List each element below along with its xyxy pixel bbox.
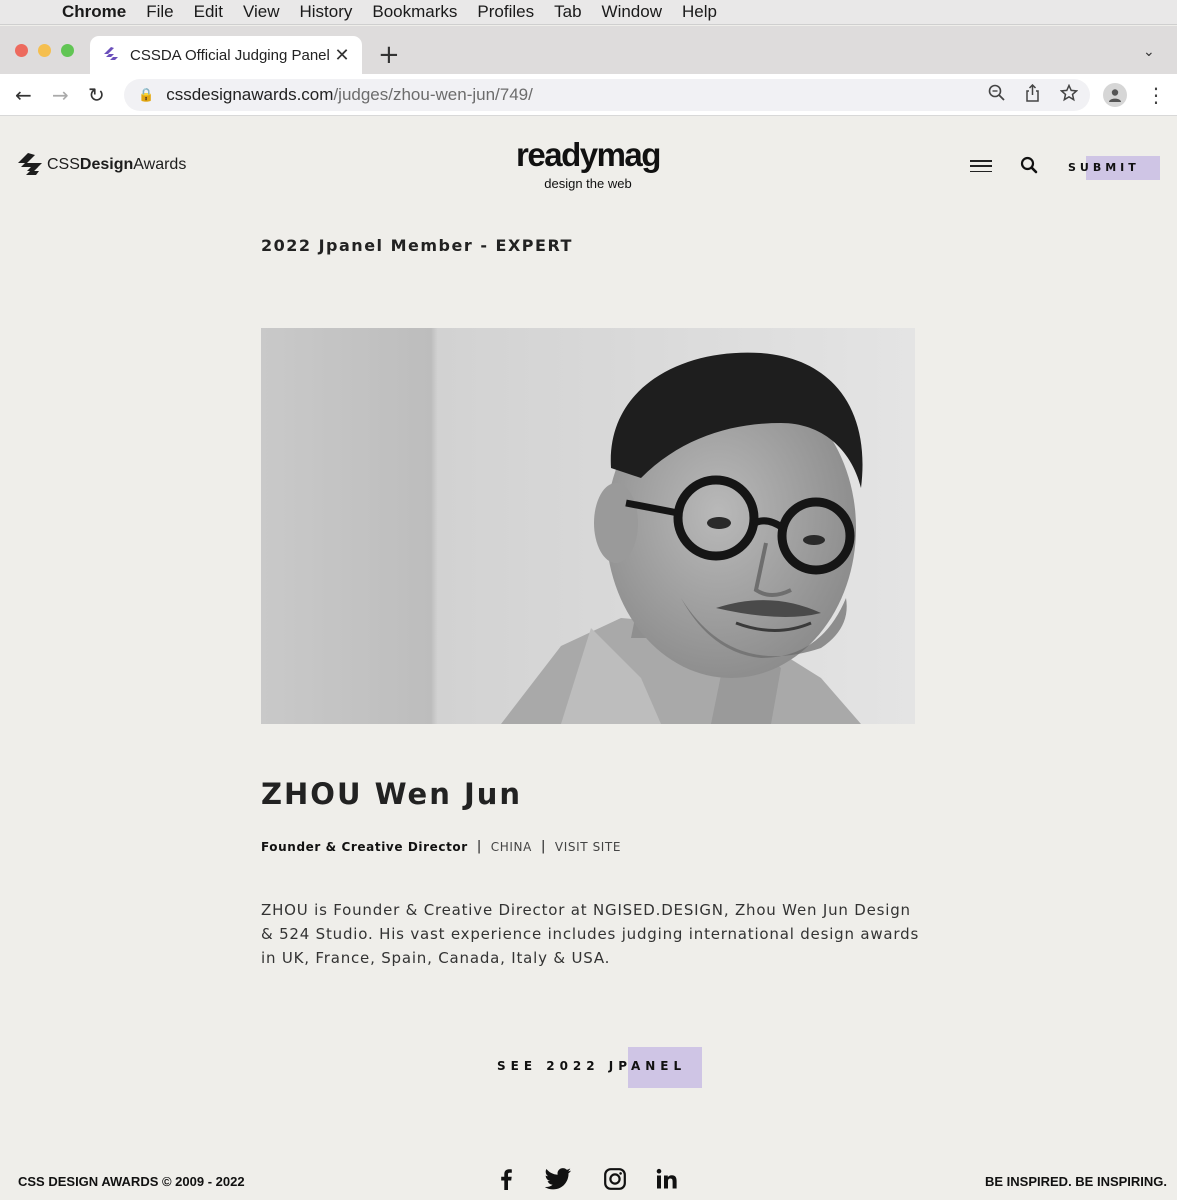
judge-portrait-photo (261, 328, 915, 724)
submit-button[interactable]: SUBMIT (1068, 156, 1160, 180)
facebook-icon[interactable] (497, 1168, 515, 1194)
menu-bookmarks[interactable]: Bookmarks (362, 2, 467, 22)
cssda-logo-mark-icon (18, 153, 42, 175)
tab-search-chevron-icon[interactable]: ⌄ (1143, 44, 1155, 60)
judge-category-eyebrow: 2022 Jpanel Member - EXPERT (261, 236, 573, 255)
sponsor-brand: readymag (516, 136, 661, 173)
meta-separator: | (476, 839, 482, 854)
browser-tab-strip: CSSDA Official Judging Panel M ✕ + ⌄ (0, 26, 1177, 74)
tab-title: CSSDA Official Judging Panel M (130, 46, 332, 64)
visit-site-link[interactable]: VISIT SITE (555, 840, 621, 854)
menu-file[interactable]: File (136, 2, 183, 22)
judge-role: Founder & Creative Director (261, 839, 468, 854)
judge-name: ZHOU Wen Jun (261, 777, 523, 811)
share-icon[interactable] (1024, 83, 1041, 107)
footer-copyright: CSS DESIGN AWARDS © 2009 - 2022 (18, 1174, 245, 1189)
profile-avatar-icon[interactable] (1103, 83, 1127, 107)
logo-text-css: CSS (47, 156, 80, 173)
window-minimize-button[interactable] (38, 44, 51, 57)
browser-menu-kebab-icon[interactable]: ⋮ (1146, 83, 1166, 107)
window-close-button[interactable] (15, 44, 28, 57)
browser-tab-active[interactable]: CSSDA Official Judging Panel M ✕ (90, 36, 362, 74)
menu-profiles[interactable]: Profiles (467, 2, 544, 22)
macos-menu-bar: Chrome File Edit View History Bookmarks … (0, 0, 1177, 25)
meta-separator: | (540, 839, 546, 854)
forward-arrow-icon[interactable]: → (52, 83, 69, 107)
logo-text-awards: Awards (133, 156, 187, 173)
menu-edit[interactable]: Edit (184, 2, 233, 22)
sponsor-tagline: design the web (544, 176, 632, 191)
menu-help[interactable]: Help (672, 2, 727, 22)
tab-close-icon[interactable]: ✕ (332, 45, 352, 66)
see-jpanel-label: SEE 2022 JPANEL (497, 1059, 687, 1073)
judge-meta-row: Founder & Creative Director | CHINA | VI… (261, 839, 621, 854)
instagram-icon[interactable] (604, 1168, 626, 1194)
judge-bio: ZHOU is Founder & Creative Director at N… (261, 901, 920, 967)
menu-app-chrome[interactable]: Chrome (62, 2, 136, 22)
menu-tab[interactable]: Tab (544, 2, 591, 22)
back-arrow-icon[interactable]: ← (15, 83, 32, 107)
browser-toolbar: ← → ↻ 🔒 cssdesignawards.com/judges/zhou-… (0, 74, 1177, 116)
menu-history[interactable]: History (289, 2, 362, 22)
lock-icon[interactable]: 🔒 (138, 87, 154, 103)
search-icon[interactable] (1020, 156, 1038, 178)
bookmark-star-icon[interactable] (1059, 83, 1079, 107)
zoom-icon[interactable] (988, 84, 1005, 106)
cssda-logo[interactable]: CSS Design Awards (18, 153, 186, 177)
address-bar[interactable]: 🔒 cssdesignawards.com/judges/zhou-wen-ju… (124, 79, 1090, 111)
reload-icon[interactable]: ↻ (88, 83, 105, 107)
menu-window[interactable]: Window (592, 2, 672, 22)
new-tab-button[interactable]: + (378, 40, 400, 70)
sponsor-banner[interactable]: readymag design the web (490, 136, 686, 192)
logo-text-design: Design (79, 156, 134, 173)
url-path: /judges/zhou-wen-jun/749/ (333, 85, 533, 104)
hamburger-menu-icon[interactable] (970, 160, 992, 172)
cssda-favicon-icon (104, 47, 118, 60)
linkedin-icon[interactable] (656, 1168, 678, 1194)
twitter-icon[interactable] (544, 1168, 572, 1194)
menu-view[interactable]: View (233, 2, 290, 22)
submit-label: SUBMIT (1068, 161, 1140, 174)
footer-slogan: BE INSPIRED. BE INSPIRING. (985, 1174, 1168, 1189)
window-zoom-button[interactable] (61, 44, 74, 57)
judge-country: CHINA (490, 839, 532, 854)
see-jpanel-button[interactable]: SEE 2022 JPANEL (497, 1047, 702, 1088)
url-domain: cssdesignawards.com (166, 85, 334, 104)
